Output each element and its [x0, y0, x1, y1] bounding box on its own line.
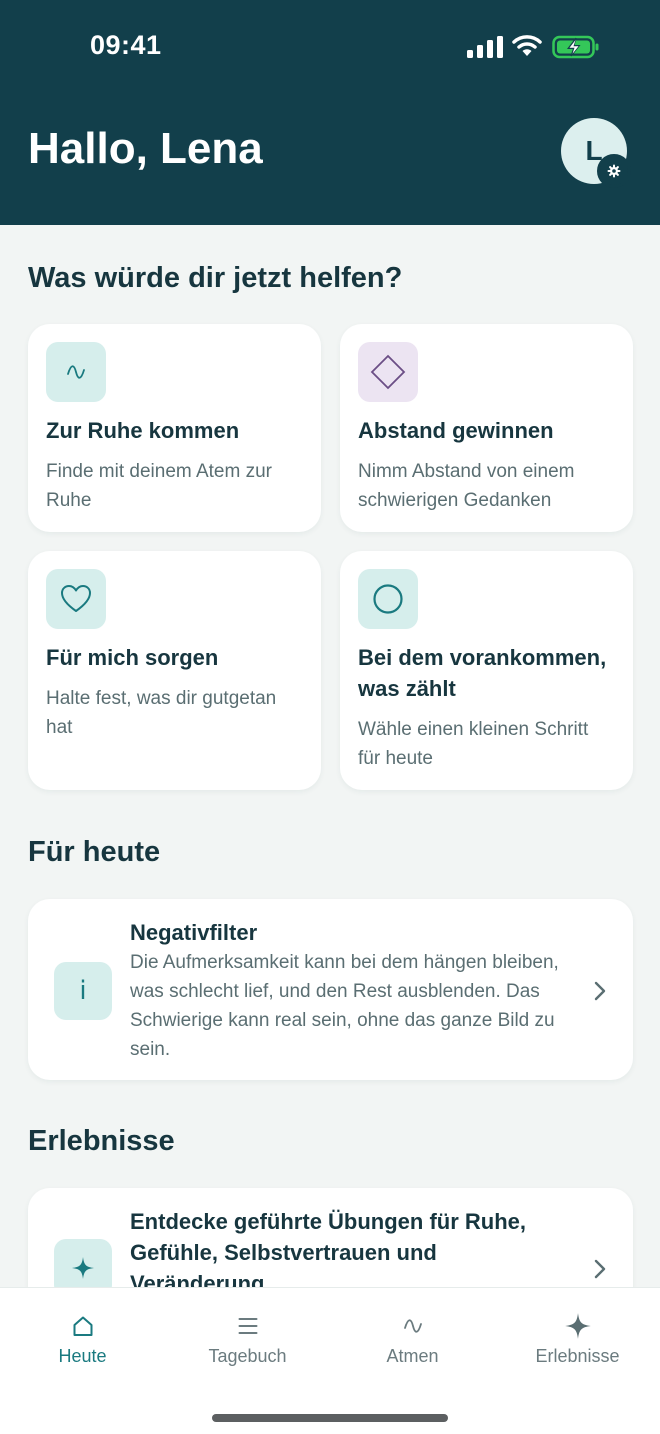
tab-erlebnisse[interactable]: Erlebnisse — [495, 1288, 660, 1398]
tile-icon-bg — [358, 342, 418, 402]
home-indicator[interactable] — [212, 1414, 448, 1422]
tab-label: Heute — [58, 1346, 107, 1366]
tab-label: Tagebuch — [208, 1346, 287, 1366]
tile-description: Nimm Abstand von einem schwierigen Gedan… — [358, 461, 575, 511]
tab-heute[interactable]: Heute — [0, 1288, 165, 1398]
tile-description: Finde mit deinem Atem zur Ruhe — [46, 461, 272, 511]
tab-label: Erlebnisse — [535, 1346, 620, 1366]
wave-icon — [67, 365, 85, 379]
wifi-icon — [512, 35, 542, 56]
tile-title: Für mich sorgen — [46, 645, 219, 670]
chevron-right-icon — [594, 1259, 606, 1279]
home-icon — [73, 1316, 92, 1336]
info-icon: i — [54, 962, 112, 1020]
tile-fuer-mich-sorgen[interactable]: Für mich sorgen Halte fest, was dir gutg… — [28, 551, 321, 790]
tile-zur-ruhe-kommen[interactable]: Zur Ruhe kommen Finde mit deinem Atem zu… — [28, 324, 321, 532]
tile-icon-bg — [358, 569, 418, 629]
tile-icon-bg — [46, 342, 106, 402]
tile-title: Abstand gewinnen — [358, 418, 554, 443]
tile-title: Bei dem vorankommen, was zählt — [358, 645, 607, 701]
info-icon-glyph: i — [79, 976, 87, 1006]
tab-bar: Heute Tagebuch Atmen Erlebnisse — [0, 1287, 660, 1434]
chevron-right-icon — [594, 981, 606, 1001]
greeting-title: Hallo, Lena — [28, 124, 263, 173]
settings-badge[interactable] — [597, 154, 631, 188]
tile-title: Zur Ruhe kommen — [46, 418, 240, 443]
sparkle-icon — [72, 1257, 94, 1279]
battery-charging-icon — [552, 35, 599, 59]
tile-description: Halte fest, was dir gutgetan hat — [46, 688, 277, 738]
tile-description: Wähle einen kleinen Schritt für heute — [358, 719, 589, 769]
daily-insight-card[interactable]: i Negativfilter Die Aufmerksamkeit kann … — [28, 899, 633, 1080]
cellular-signal-icon — [467, 36, 503, 58]
circle-icon — [373, 584, 403, 614]
header: 09:41 Hallo, Lena L — [0, 0, 660, 225]
tab-label: Atmen — [386, 1346, 439, 1366]
experiences-title: Entdecke geführte Übungen für Ruhe, Gefü… — [130, 1209, 527, 1296]
tile-vorankommen[interactable]: Bei dem vorankommen, was zählt Wähle ein… — [340, 551, 633, 790]
tab-tagebuch[interactable]: Tagebuch — [165, 1288, 330, 1398]
wave-icon — [403, 1319, 422, 1333]
experiences-section-title: Erlebnisse — [28, 1125, 175, 1157]
diamond-icon — [370, 354, 406, 390]
today-section-title: Für heute — [28, 836, 161, 868]
tile-abstand-gewinnen[interactable]: Abstand gewinnen Nimm Abstand von einem … — [340, 324, 633, 532]
list-icon — [238, 1318, 257, 1334]
sparkle-icon — [564, 1313, 591, 1339]
tile-icon-bg — [46, 569, 106, 629]
gear-icon — [607, 164, 621, 178]
heart-icon — [61, 585, 91, 612]
status-time: 09:41 — [90, 30, 162, 60]
help-section-title: Was würde dir jetzt helfen? — [28, 262, 403, 294]
insight-body: Die Aufmerksamkeit kann bei dem hängen b… — [130, 952, 559, 1060]
tab-atmen[interactable]: Atmen — [330, 1288, 495, 1398]
insight-title: Negativfilter — [130, 920, 258, 945]
